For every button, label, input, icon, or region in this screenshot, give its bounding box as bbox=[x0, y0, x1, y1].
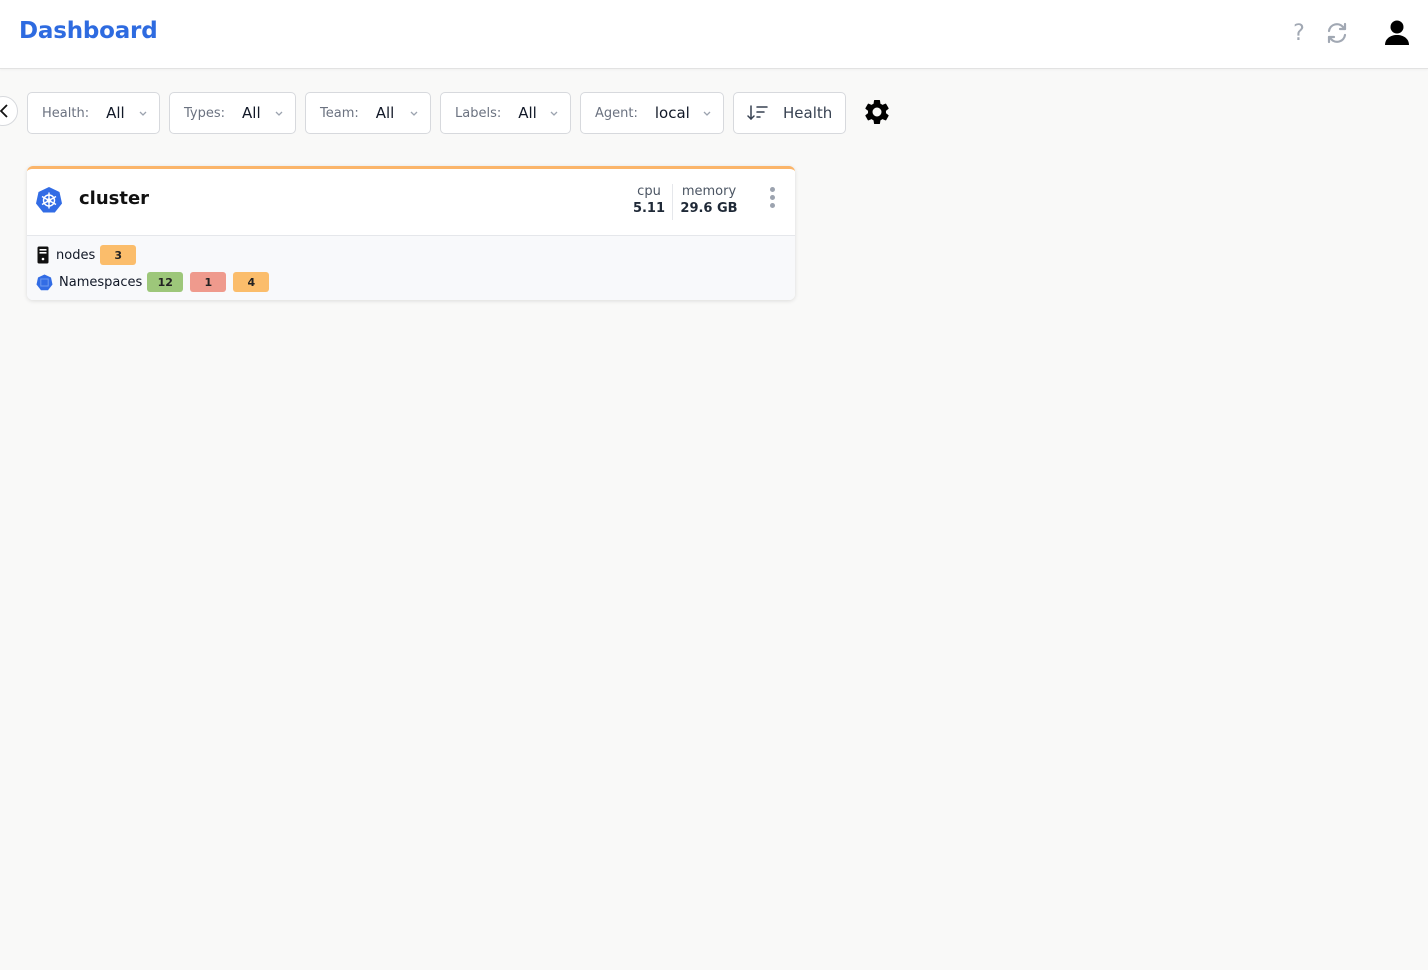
refresh-icon[interactable] bbox=[1322, 18, 1352, 48]
help-icon[interactable]: ? bbox=[1284, 18, 1314, 48]
card-body: nodes 3 Namespaces 12 1 4 bbox=[27, 236, 795, 300]
resource-label: nodes bbox=[56, 247, 96, 263]
badge-unhealthy[interactable]: 1 bbox=[190, 272, 227, 292]
gear-icon bbox=[865, 99, 889, 124]
more-options-icon[interactable] bbox=[765, 187, 779, 213]
metric-label: memory bbox=[681, 184, 737, 199]
settings-button[interactable] bbox=[862, 97, 892, 127]
filter-agent[interactable]: Agent: local bbox=[580, 92, 724, 134]
metric-memory: memory 29.6 GB bbox=[679, 184, 739, 216]
filter-health[interactable]: Health: All bbox=[27, 92, 160, 134]
page-title: Dashboard bbox=[19, 18, 158, 44]
metric-cpu: cpu 5.11 bbox=[627, 184, 671, 216]
filter-label: Types: bbox=[184, 105, 226, 121]
filter-team[interactable]: Team: All bbox=[305, 92, 431, 134]
filter-labels[interactable]: Labels: All bbox=[440, 92, 571, 134]
namespace-icon bbox=[36, 274, 53, 290]
cluster-card[interactable]: cluster cpu 5.11 memory 29.6 GB nodes 3 bbox=[27, 166, 795, 300]
server-icon bbox=[37, 246, 49, 264]
sort-button[interactable]: Health bbox=[733, 92, 846, 134]
collapse-sidebar-button[interactable] bbox=[0, 96, 18, 126]
card-title[interactable]: cluster bbox=[79, 188, 149, 209]
sort-descending-icon bbox=[747, 105, 768, 121]
filter-value: All bbox=[242, 104, 261, 122]
filter-types[interactable]: Types: All bbox=[169, 92, 296, 134]
resource-row-nodes[interactable]: nodes 3 bbox=[36, 245, 143, 265]
metric-value: 29.6 GB bbox=[680, 201, 738, 216]
filter-label: Agent: bbox=[595, 105, 638, 121]
badge-warning[interactable]: 3 bbox=[100, 245, 137, 265]
card-header: cluster cpu 5.11 memory 29.6 GB bbox=[27, 169, 795, 236]
chevron-down-icon bbox=[275, 111, 283, 116]
metric-divider bbox=[672, 184, 673, 220]
filter-value: local bbox=[654, 104, 690, 122]
filter-label: Labels: bbox=[455, 105, 502, 121]
chevron-left-icon bbox=[0, 104, 8, 118]
filter-value: All bbox=[375, 104, 395, 122]
chevron-down-icon bbox=[410, 111, 418, 116]
resource-label: Namespaces bbox=[59, 274, 143, 290]
filter-label: Team: bbox=[320, 105, 359, 121]
user-icon[interactable] bbox=[1382, 18, 1412, 48]
filter-value: All bbox=[106, 104, 125, 122]
filter-value: All bbox=[518, 104, 537, 122]
top-bar: Dashboard ? bbox=[0, 0, 1428, 69]
sort-label: Health bbox=[783, 104, 833, 122]
chevron-down-icon bbox=[703, 111, 711, 116]
resource-row-namespaces[interactable]: Namespaces 12 1 4 bbox=[36, 272, 276, 292]
badge-warning[interactable]: 4 bbox=[233, 272, 270, 292]
metric-value: 5.11 bbox=[632, 201, 666, 216]
filter-label: Health: bbox=[42, 105, 90, 121]
metric-label: cpu bbox=[637, 184, 661, 199]
chevron-down-icon bbox=[139, 111, 147, 116]
badge-healthy[interactable]: 12 bbox=[147, 272, 184, 292]
kubernetes-icon bbox=[36, 187, 62, 213]
chevron-down-icon bbox=[550, 111, 558, 116]
